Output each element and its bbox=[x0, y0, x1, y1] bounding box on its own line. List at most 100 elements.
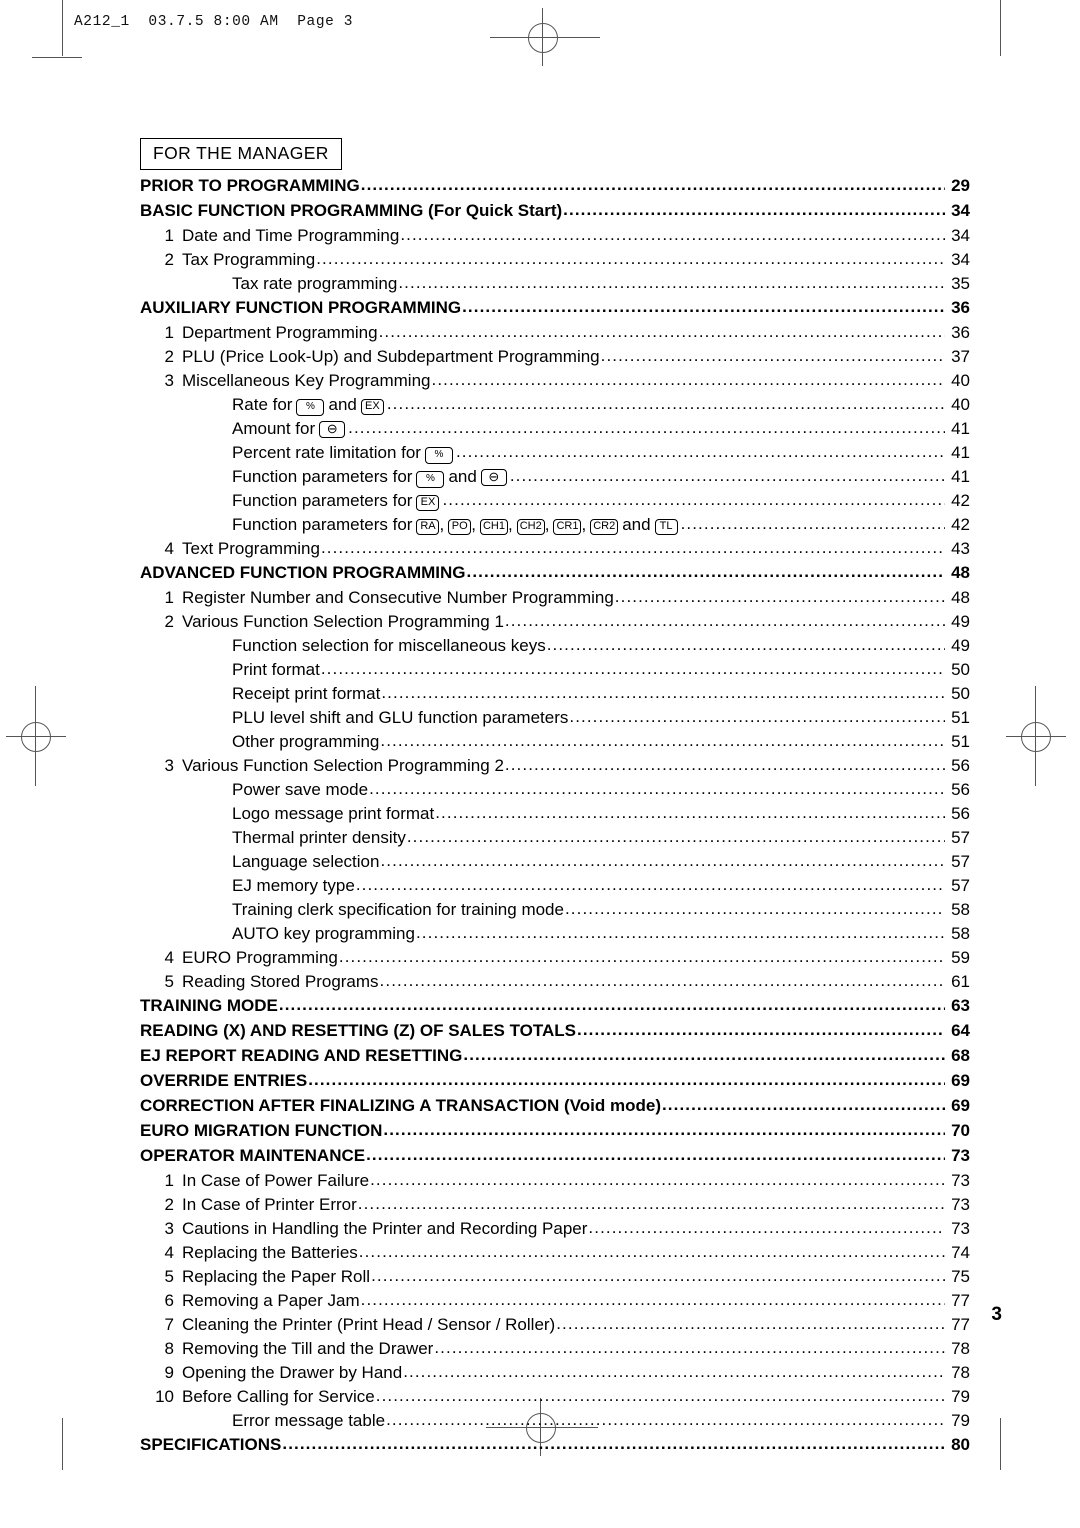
toc-entry[interactable]: TRAINING MODE...........................… bbox=[140, 996, 970, 1022]
toc-entry[interactable]: Print format............................… bbox=[140, 660, 970, 685]
toc-entry[interactable]: 10 Before Calling for Service............… bbox=[140, 1387, 970, 1412]
toc-entry[interactable]: 3 Cautions in Handling the Printer and Re… bbox=[140, 1219, 970, 1244]
toc-entry[interactable]: 2 Tax Programming........................… bbox=[140, 250, 970, 275]
toc-entry-label: Function parameters for RA, PO, CH1, CH2, CR1… bbox=[232, 516, 680, 535]
toc-entry[interactable]: EJ REPORT READING AND RESETTING.........… bbox=[140, 1046, 970, 1072]
toc-entry-label: Function parameters for EX bbox=[232, 492, 441, 511]
toc-entry[interactable]: 2 Various Function Selection Programming … bbox=[140, 612, 970, 637]
toc-entry-number: 1 bbox=[164, 323, 174, 342]
toc-entry-label: SPECIFICATIONS bbox=[140, 1435, 282, 1454]
toc-entry-page: 57 bbox=[951, 876, 970, 895]
toc-entry-label: Receipt print format bbox=[232, 684, 381, 703]
toc-entry-label: Logo message print format bbox=[232, 804, 435, 823]
toc-entry[interactable]: AUTO key programming....................… bbox=[140, 924, 970, 949]
toc-dot-leader: ........................................… bbox=[316, 250, 945, 267]
toc-entry[interactable]: BASIC FUNCTION PROGRAMMING (For Quick St… bbox=[140, 201, 970, 227]
key-icon-ex: EX bbox=[416, 495, 440, 511]
toc-entry[interactable]: Receipt print format....................… bbox=[140, 684, 970, 709]
toc-entry[interactable]: SPECIFICATIONS..........................… bbox=[140, 1435, 970, 1461]
key-icon-ch2: CH2 bbox=[516, 519, 545, 535]
toc-entry-label: Removing the Till and the Drawer bbox=[182, 1339, 434, 1358]
toc-entry-text: Function parameters for bbox=[232, 467, 413, 486]
toc-entry[interactable]: OPERATOR MAINTENANCE....................… bbox=[140, 1146, 970, 1172]
toc-dot-leader: ........................................… bbox=[434, 1339, 945, 1356]
toc-entry[interactable]: ADVANCED FUNCTION PROGRAMMING...........… bbox=[140, 563, 970, 589]
toc-entry[interactable]: AUXILIARY FUNCTION PROGRAMMING..........… bbox=[140, 298, 970, 324]
toc-entry[interactable]: 8 Removing the Till and the Drawer.......… bbox=[140, 1339, 970, 1364]
toc-entry-page: 56 bbox=[951, 756, 970, 775]
toc-entry-number: 4 bbox=[164, 948, 174, 967]
toc-entry[interactable]: Tax rate programming....................… bbox=[140, 274, 970, 299]
toc-dot-leader: ........................................… bbox=[369, 780, 945, 797]
toc-entry[interactable]: EURO MIGRATION FUNCTION.................… bbox=[140, 1121, 970, 1147]
toc-entry[interactable]: 4 Text Programming.......................… bbox=[140, 539, 970, 564]
toc-entry[interactable]: Function parameters for% and ⊖............… bbox=[140, 467, 970, 492]
toc-entry[interactable]: 5 Replacing the Paper Roll...............… bbox=[140, 1267, 970, 1292]
toc-entry[interactable]: Other programming.......................… bbox=[140, 732, 970, 757]
toc-entry[interactable]: Function parameters for EX...............… bbox=[140, 491, 970, 516]
toc-entry-page: 79 bbox=[951, 1387, 970, 1406]
registration-mark-top bbox=[490, 8, 600, 68]
toc-entry[interactable]: PLU level shift and GLU function paramet… bbox=[140, 708, 970, 733]
toc-entry[interactable]: 2 In Case of Printer Error...............… bbox=[140, 1195, 970, 1220]
toc-entry[interactable]: 4 Replacing the Batteries................… bbox=[140, 1243, 970, 1268]
toc-entry-page: 48 bbox=[951, 563, 970, 582]
toc-entry[interactable]: 7 Cleaning the Printer (Print Head / Sens… bbox=[140, 1315, 970, 1340]
toc-dot-leader: ........................................… bbox=[403, 1363, 945, 1380]
toc-entry[interactable]: 2 PLU (Price Look-Up) and Subdepartment P… bbox=[140, 347, 970, 372]
toc-entry[interactable]: 9 Opening the Drawer by Hand.............… bbox=[140, 1363, 970, 1388]
toc-entry[interactable]: 1 Department Programming.................… bbox=[140, 323, 970, 348]
toc-entry[interactable]: EJ memory type..........................… bbox=[140, 876, 970, 901]
toc-entry[interactable]: 1 Date and Time Programming..............… bbox=[140, 226, 970, 251]
toc-entry-label: PLU level shift and GLU function paramet… bbox=[232, 708, 569, 727]
toc-entry-page: 69 bbox=[951, 1096, 970, 1115]
toc-entry-page: 34 bbox=[951, 226, 970, 245]
toc-entry[interactable]: Language selection......................… bbox=[140, 852, 970, 877]
toc-entry-text: , bbox=[439, 515, 445, 534]
toc-entry-page: 41 bbox=[951, 467, 970, 486]
toc-entry-text: Rate for bbox=[232, 395, 293, 414]
toc-entry[interactable]: 1 In Case of Power Failure...............… bbox=[140, 1171, 970, 1196]
toc-entry[interactable]: 3 Various Function Selection Programming … bbox=[140, 756, 970, 781]
toc-entry-number: 6 bbox=[164, 1291, 174, 1310]
toc-entry[interactable]: PRIOR TO PROGRAMMING....................… bbox=[140, 176, 970, 202]
toc-entry-label: In Case of Printer Error bbox=[182, 1195, 357, 1214]
toc-entry-page: 61 bbox=[951, 972, 970, 991]
toc-entry-number: 9 bbox=[164, 1363, 174, 1382]
toc-entry[interactable]: Training clerk specification for trainin… bbox=[140, 900, 970, 925]
toc-entry-label: ADVANCED FUNCTION PROGRAMMING bbox=[140, 563, 466, 582]
toc-dot-leader: ........................................… bbox=[375, 1387, 945, 1404]
toc-entry-page: 78 bbox=[951, 1363, 970, 1382]
toc-entry[interactable]: Rate for% and EX..........................… bbox=[140, 395, 970, 420]
toc-dot-leader: ........................................… bbox=[614, 588, 945, 605]
toc-dot-leader: ........................................… bbox=[320, 660, 945, 677]
toc-entry[interactable]: READING (X) AND RESETTING (Z) OF SALES T… bbox=[140, 1021, 970, 1047]
toc-entry[interactable]: CORRECTION AFTER FINALIZING A TRANSACTIO… bbox=[140, 1096, 970, 1122]
toc-entry[interactable]: Percent rate limitation for%............… bbox=[140, 443, 970, 468]
toc-entry-page: 77 bbox=[951, 1315, 970, 1334]
toc-entry[interactable]: 4 EURO Programming.......................… bbox=[140, 948, 970, 973]
toc-entry[interactable]: Amount for ⊖.............................… bbox=[140, 419, 970, 444]
toc-entry-number: 5 bbox=[164, 1267, 174, 1286]
toc-entry[interactable]: Logo message print format...............… bbox=[140, 804, 970, 829]
toc-entry[interactable]: Function parameters for RA, PO, CH1, CH2, CR1… bbox=[140, 515, 970, 540]
table-of-contents: PRIOR TO PROGRAMMING....................… bbox=[140, 176, 970, 1461]
toc-dot-leader: ........................................… bbox=[386, 395, 945, 412]
toc-dot-leader: ........................................… bbox=[357, 1195, 945, 1212]
toc-entry-page: 36 bbox=[951, 323, 970, 342]
toc-entry[interactable]: Error message table.....................… bbox=[140, 1411, 970, 1436]
toc-entry-number: 1 bbox=[164, 226, 174, 245]
toc-dot-leader: ........................................… bbox=[360, 176, 945, 193]
toc-entry[interactable]: 1 Register Number and Consecutive Number … bbox=[140, 588, 970, 613]
toc-dot-leader: ........................................… bbox=[442, 491, 945, 508]
toc-entry[interactable]: Thermal printer density.................… bbox=[140, 828, 970, 853]
toc-entry-label: Print format bbox=[232, 660, 320, 679]
toc-entry[interactable]: 6 Removing a Paper Jam...................… bbox=[140, 1291, 970, 1316]
crop-mark-bottom-left-vertical bbox=[62, 1418, 64, 1470]
toc-entry[interactable]: 3 Miscellaneous Key Programming..........… bbox=[140, 371, 970, 396]
toc-entry[interactable]: Power save mode.........................… bbox=[140, 780, 970, 805]
key-icon-: ⊖ bbox=[480, 469, 507, 486]
toc-entry[interactable]: 5 Reading Stored Programs................… bbox=[140, 972, 970, 997]
toc-entry[interactable]: OVERRIDE ENTRIES........................… bbox=[140, 1071, 970, 1097]
toc-entry[interactable]: Function selection for miscellaneous key… bbox=[140, 636, 970, 661]
